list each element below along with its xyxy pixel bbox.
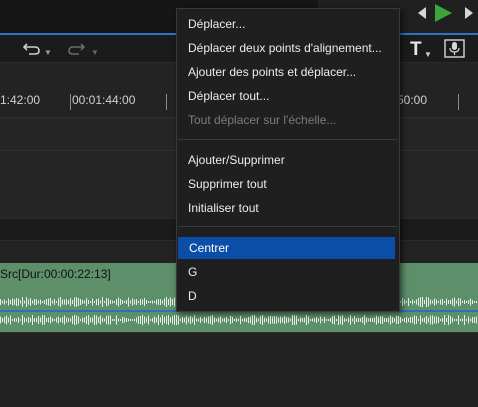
ruler-major-tick xyxy=(70,94,71,110)
previous-icon[interactable] xyxy=(416,5,428,21)
next-icon[interactable] xyxy=(463,5,475,21)
menu-item-center[interactable]: Centrer xyxy=(178,237,395,259)
empty-track-area[interactable] xyxy=(0,332,478,407)
title-dropdown-icon[interactable]: ▼ xyxy=(424,50,432,59)
redo-dropdown-icon[interactable]: ▼ xyxy=(91,48,99,57)
clip-label: Src[Dur:00:00:22:13] xyxy=(0,267,111,281)
undo-icon[interactable] xyxy=(23,42,41,56)
menu-item-move[interactable]: Déplacer... xyxy=(177,13,395,35)
menu-separator xyxy=(178,226,397,227)
voice-record-icon[interactable] xyxy=(444,39,465,58)
context-menu: Déplacer... Déplacer deux points d'align… xyxy=(176,8,400,312)
menu-item-move-all[interactable]: Déplacer tout... xyxy=(177,85,395,107)
ruler-timecode: 00:01:44:00 xyxy=(72,93,136,107)
menu-separator xyxy=(178,139,397,140)
ruler-major-tick xyxy=(458,94,459,110)
play-icon[interactable] xyxy=(432,2,454,24)
menu-item-left[interactable]: G xyxy=(177,261,395,283)
menu-item-add-points-and-move[interactable]: Ajouter des points et déplacer... xyxy=(177,61,395,83)
menu-item-reset-all[interactable]: Initialiser tout xyxy=(177,197,395,219)
text-title-icon[interactable]: T xyxy=(410,39,422,61)
menu-item-remove-all[interactable]: Supprimer tout xyxy=(177,173,395,195)
menu-item-add-remove[interactable]: Ajouter/Supprimer xyxy=(177,149,395,171)
ruler-major-tick xyxy=(166,94,167,110)
menu-item-move-two-alignment-points[interactable]: Déplacer deux points d'alignement... xyxy=(177,37,395,59)
ruler-timecode: 1:42:00 xyxy=(0,93,41,107)
ruler-timecode: 50:00 xyxy=(397,93,428,107)
redo-icon[interactable] xyxy=(67,42,85,56)
undo-dropdown-icon[interactable]: ▼ xyxy=(44,48,52,57)
menu-item-right[interactable]: D xyxy=(177,285,395,307)
menu-item-move-all-on-scale: Tout déplacer sur l'échelle... xyxy=(188,113,337,127)
